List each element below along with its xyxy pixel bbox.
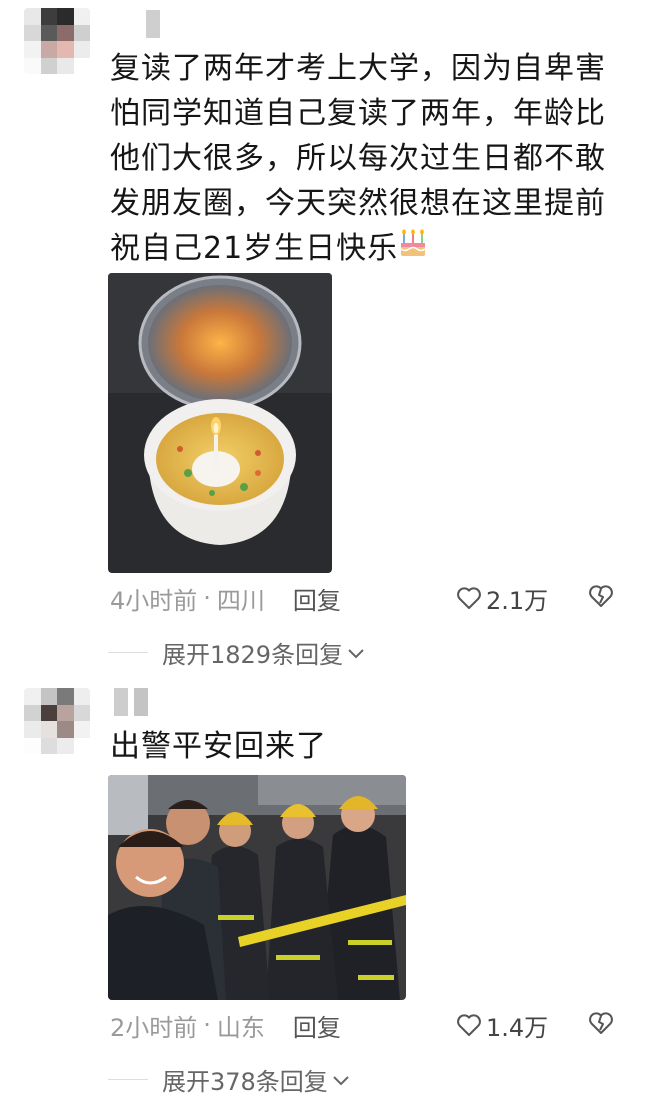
expand-replies-label: 展开1829条回复 — [162, 641, 344, 669]
comment-location: 山东 — [216, 1013, 265, 1042]
dislike-button[interactable] — [588, 1011, 614, 1041]
like-count: 2.1万 — [486, 586, 549, 615]
comment-location: 四川 — [216, 586, 265, 615]
heart-icon — [457, 1014, 481, 1036]
birthday-cake-icon — [398, 227, 428, 272]
like-count: 1.4万 — [486, 1013, 549, 1042]
avatar[interactable] — [24, 688, 90, 754]
candle-noodle-photo[interactable] — [108, 273, 332, 573]
expand-replies-button[interactable]: 展开1829条回复 — [108, 635, 367, 670]
comment-meta: 4小时前 · 四川 回复 2.1万 — [110, 581, 630, 615]
dislike-button[interactable] — [588, 584, 614, 614]
firefighters-photo[interactable] — [108, 775, 406, 1000]
like-button[interactable]: 1.4万 — [456, 1008, 548, 1043]
meta-separator: · — [203, 1011, 211, 1039]
comment-text: 复读了两年才考上大学，因为自卑害怕同学知道自己复读了两年，年龄比他们大很多，所以… — [110, 46, 630, 272]
broken-heart-icon — [589, 585, 613, 607]
heart-icon — [457, 587, 481, 609]
comment-meta: 2小时前 · 山东 回复 1.4万 — [110, 1008, 630, 1042]
expand-replies-button[interactable]: 展开378条回复 — [108, 1062, 352, 1097]
broken-heart-icon — [589, 1012, 613, 1034]
reply-button[interactable]: 回复 — [293, 581, 341, 616]
divider-line — [108, 1079, 148, 1080]
comment-text: 出警平安回来了 — [110, 724, 630, 769]
divider-line — [108, 652, 148, 653]
comment-time: 4小时前 — [110, 586, 198, 615]
comment-text-content: 出警平安回来了 — [110, 729, 327, 764]
username-blurred[interactable] — [114, 688, 148, 716]
comment-text-content: 复读了两年才考上大学，因为自卑害怕同学知道自己复读了两年，年龄比他们大很多，所以… — [110, 51, 606, 266]
meta-separator: · — [203, 584, 211, 612]
username-blurred[interactable] — [146, 10, 160, 38]
chevron-down-icon — [333, 1075, 349, 1085]
like-button[interactable]: 2.1万 — [456, 581, 548, 616]
chevron-down-icon — [348, 648, 364, 658]
reply-button[interactable]: 回复 — [293, 1008, 341, 1043]
avatar[interactable] — [24, 8, 90, 74]
comment-time: 2小时前 — [110, 1013, 198, 1042]
expand-replies-label: 展开378条回复 — [162, 1068, 328, 1096]
